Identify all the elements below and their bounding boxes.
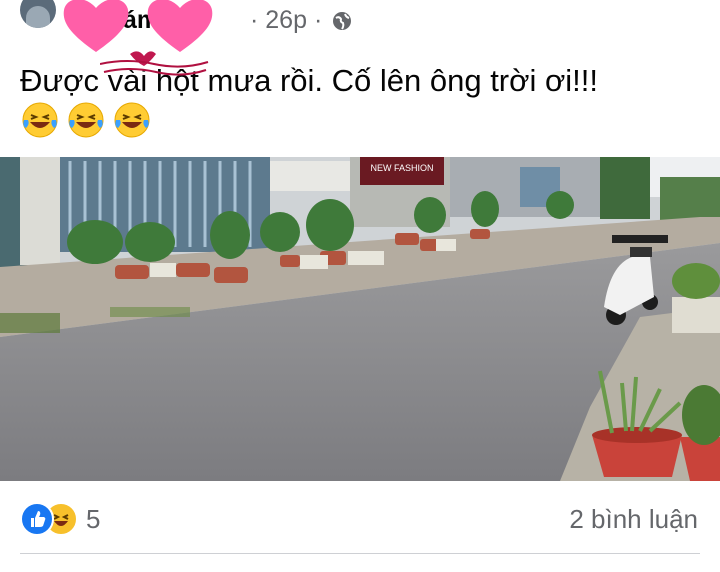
heart-sticker-icon — [63, 0, 129, 52]
globe-icon — [333, 12, 352, 31]
post-meta: · 26p · — [250, 6, 353, 35]
author-avatar[interactable] — [20, 0, 56, 28]
heart-sticker-icon — [147, 0, 213, 52]
divider — [20, 553, 700, 554]
laughing-tears-emoji — [22, 102, 58, 138]
like-icon — [20, 502, 54, 536]
scribble-overlay — [100, 51, 209, 76]
post-photo[interactable]: NEW FASHION — [0, 157, 720, 481]
laughing-tears-emoji — [114, 102, 150, 138]
reaction-count[interactable]: 5 — [86, 504, 100, 535]
meta-separator: · — [250, 6, 259, 34]
comments-count[interactable]: 2 bình luận — [569, 504, 698, 535]
meta-separator: · — [313, 6, 323, 34]
laughing-tears-emoji — [68, 102, 104, 138]
post-time[interactable]: 26p — [265, 6, 307, 34]
post-header: ôi ám · 26p · — [0, 0, 720, 52]
shop-sign-text: NEW FASHION — [370, 163, 433, 173]
emoji-row — [20, 100, 158, 144]
